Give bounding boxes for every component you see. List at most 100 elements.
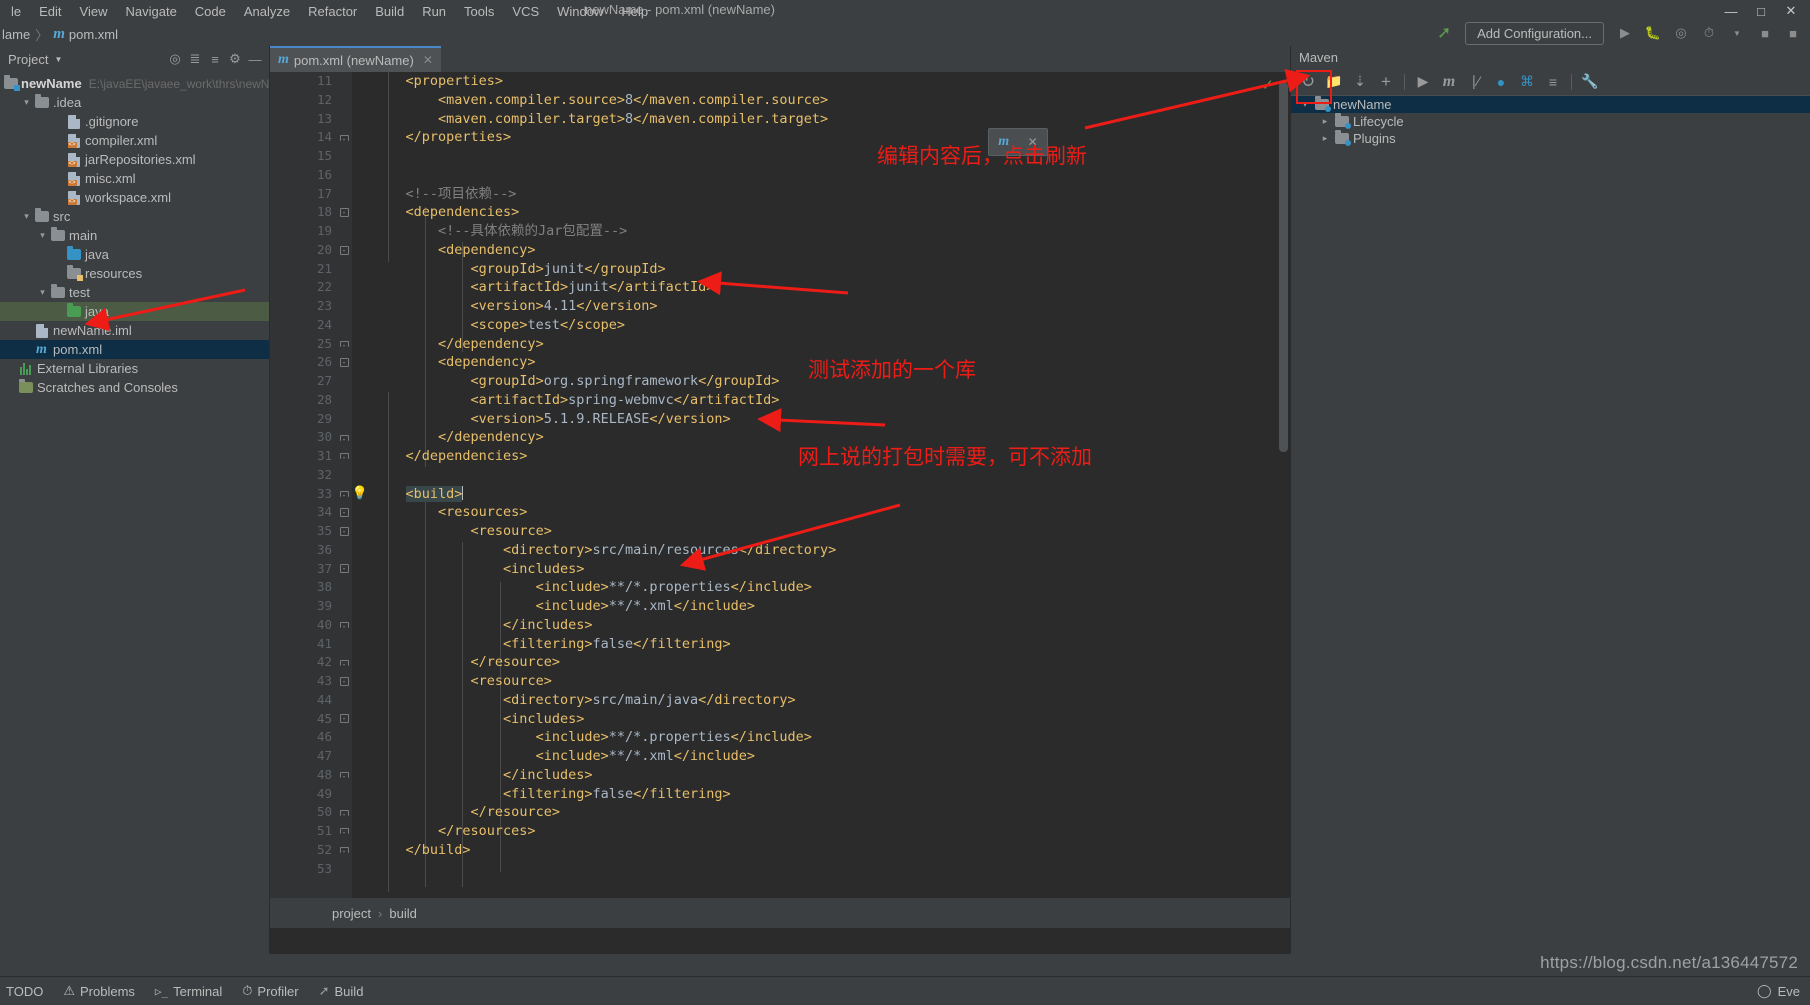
code-editor[interactable]: 11 <properties> 12 <maven.compiler.source… (270, 72, 1290, 898)
code-line-53[interactable]: 53 (270, 860, 1290, 879)
code-line-32[interactable]: 32 (270, 466, 1290, 485)
navbar-crumb-pomxml[interactable]: pom.xml (69, 27, 118, 42)
code-line-16[interactable]: 16 (270, 166, 1290, 185)
status-item-todo[interactable]: TODO (0, 984, 57, 999)
fold-toggle-icon[interactable]: - (336, 622, 352, 631)
navbar-crumb-project[interactable]: lame (2, 27, 30, 42)
close-icon[interactable]: ✕ (1028, 135, 1038, 149)
fold-toggle-icon[interactable]: - (336, 828, 352, 837)
chevron-down-icon[interactable]: ▾ (20, 211, 33, 222)
fold-toggle-icon[interactable]: - (336, 676, 352, 686)
maven-tree-item-plugins[interactable]: ▸ Plugins (1291, 130, 1810, 147)
scrollbar-thumb[interactable] (1279, 82, 1288, 452)
fold-toggle-icon[interactable]: - (336, 659, 352, 668)
debug-icon[interactable]: 🐛 (1640, 20, 1666, 46)
menu-item-edit[interactable]: Edit (30, 3, 70, 20)
menu-item-file[interactable]: le (2, 3, 30, 20)
code-line-47[interactable]: 47 <include>**/*.xml</include> (270, 747, 1290, 766)
menu-item-analyze[interactable]: Analyze (235, 3, 299, 20)
code-line-13[interactable]: 13 <maven.compiler.target>8</maven.compi… (270, 110, 1290, 129)
code-line-40[interactable]: 40- </includes> (270, 616, 1290, 635)
code-line-52[interactable]: 52- </build> (270, 841, 1290, 860)
code-line-39[interactable]: 39 <include>**/*.xml</include> (270, 597, 1290, 616)
fold-toggle-icon[interactable]: - (336, 453, 352, 462)
run-coverage-icon[interactable]: ◎ (1668, 20, 1694, 46)
maven-reimport-chip[interactable]: m ✕ (988, 128, 1048, 156)
fold-toggle-icon[interactable]: - (336, 490, 352, 499)
status-item-build[interactable]: ➚ Build (313, 983, 378, 999)
show-dependencies-icon[interactable]: ⌘ (1514, 70, 1540, 94)
status-item-problems[interactable]: ⚠ Problems (57, 983, 149, 999)
add-configuration-button[interactable]: Add Configuration... (1465, 21, 1604, 45)
project-tree-item-test[interactable]: ▾ test (0, 283, 269, 302)
status-item-profiler[interactable]: ⏱ Profiler (236, 983, 312, 999)
code-line-18[interactable]: 18- <dependencies> (270, 203, 1290, 222)
maven-settings-icon[interactable]: 🔧 (1577, 70, 1603, 94)
stop-icon[interactable]: ■ (1752, 20, 1778, 46)
code-line-25[interactable]: 25- </dependency> (270, 335, 1290, 354)
download-sources-icon[interactable]: ⇣ (1347, 70, 1373, 94)
add-maven-project-icon[interactable]: + (1373, 70, 1399, 94)
editor-tab-pomxml[interactable]: m pom.xml (newName) ✕ (270, 46, 441, 72)
code-line-11[interactable]: 11 <properties> (270, 72, 1290, 91)
code-line-44[interactable]: 44 <directory>src/main/java</directory> (270, 691, 1290, 710)
project-tree-item-java[interactable]: java (0, 245, 269, 264)
fold-toggle-icon[interactable]: - (336, 508, 352, 518)
code-line-12[interactable]: 12 <maven.compiler.source>8</maven.compi… (270, 91, 1290, 110)
chevron-right-icon[interactable]: ▸ (1317, 133, 1333, 144)
menu-item-vcs[interactable]: VCS (503, 3, 548, 20)
fold-toggle-icon[interactable]: - (336, 245, 352, 255)
project-tree[interactable]: newName E:\javaEE\javaee_work\thrs\newNam… (0, 72, 293, 397)
code-line-22[interactable]: 22 <artifactId>junit</artifactId> (270, 278, 1290, 297)
code-line-17[interactable]: 17 <!--项目依赖--> (270, 185, 1290, 204)
profile-icon[interactable]: ⏱ (1696, 20, 1722, 46)
project-tree-item-src[interactable]: ▾ src (0, 207, 269, 226)
maven-tree-item-newname[interactable]: ▾ newName (1291, 96, 1810, 113)
code-line-21[interactable]: 21 <groupId>junit</groupId> (270, 260, 1290, 279)
code-line-49[interactable]: 49 <filtering>false</filtering> (270, 785, 1290, 804)
fold-toggle-icon[interactable]: - (336, 434, 352, 443)
project-tree-item-compiler-xml[interactable]: <> compiler.xml (0, 131, 269, 150)
gear-icon[interactable]: ⚙ (225, 49, 245, 69)
code-line-19[interactable]: 19 <!--具体依赖的Jar包配置--> (270, 222, 1290, 241)
intention-bulb-icon[interactable]: 💡 (352, 485, 368, 504)
collapse-all-icon[interactable]: ≡ (1540, 70, 1566, 94)
fold-toggle-icon[interactable]: - (336, 526, 352, 536)
code-line-30[interactable]: 30- </dependency> (270, 428, 1290, 447)
menu-item-build[interactable]: Build (366, 3, 413, 20)
chevron-down-icon[interactable]: ▼ (1724, 20, 1750, 46)
fold-toggle-icon[interactable]: - (336, 564, 352, 574)
code-line-20[interactable]: 20- <dependency> (270, 241, 1290, 260)
code-line-28[interactable]: 28 <artifactId>spring-webmvc</artifactId… (270, 391, 1290, 410)
chevron-down-icon[interactable]: ▾ (1297, 99, 1313, 110)
generate-sources-icon[interactable]: 📁 (1321, 70, 1347, 94)
code-line-50[interactable]: 50- </resource> (270, 803, 1290, 822)
fold-toggle-icon[interactable]: - (336, 772, 352, 781)
project-tree-item-jarrepositories-xml[interactable]: <> jarRepositories.xml (0, 150, 269, 169)
chevron-down-icon[interactable]: ▼ (54, 55, 62, 64)
reimport-icon[interactable]: ↻ (1295, 70, 1321, 94)
menu-item-navigate[interactable]: Navigate (116, 3, 185, 20)
editor-vertical-scrollbar[interactable] (1279, 72, 1288, 898)
project-tree-item-scratches-and-consoles[interactable]: Scratches and Consoles (0, 378, 269, 397)
code-line-14[interactable]: 14- </properties> (270, 128, 1290, 147)
chevron-down-icon[interactable]: ▾ (36, 287, 49, 298)
toggle-offline-icon[interactable]: ● (1488, 70, 1514, 94)
hammer-icon[interactable]: ➚ (1431, 20, 1457, 46)
code-line-24[interactable]: 24 <scope>test</scope> (270, 316, 1290, 335)
status-item-terminal[interactable]: ▷_ Terminal (149, 984, 236, 999)
fold-toggle-icon[interactable]: - (336, 340, 352, 349)
code-line-51[interactable]: 51- </resources> (270, 822, 1290, 841)
project-tree-item-external-libraries[interactable]: External Libraries (0, 359, 269, 378)
menu-item-view[interactable]: View (71, 3, 117, 20)
code-lines[interactable]: 11 <properties> 12 <maven.compiler.source… (270, 72, 1290, 898)
code-line-27[interactable]: 27 <groupId>org.springframework</groupId… (270, 372, 1290, 391)
project-tree-item-newname-iml[interactable]: newName.iml (0, 321, 269, 340)
code-line-29[interactable]: 29 <version>5.1.9.RELEASE</version> (270, 410, 1290, 429)
fold-toggle-icon[interactable]: - (336, 208, 352, 218)
code-line-45[interactable]: 45- <includes> (270, 710, 1290, 729)
breadcrumb-build[interactable]: build (389, 906, 416, 921)
code-line-23[interactable]: 23 <version>4.11</version> (270, 297, 1290, 316)
code-line-36[interactable]: 36 <directory>src/main/resources</direct… (270, 541, 1290, 560)
inspection-ok-icon[interactable]: ✓ (1261, 76, 1274, 94)
